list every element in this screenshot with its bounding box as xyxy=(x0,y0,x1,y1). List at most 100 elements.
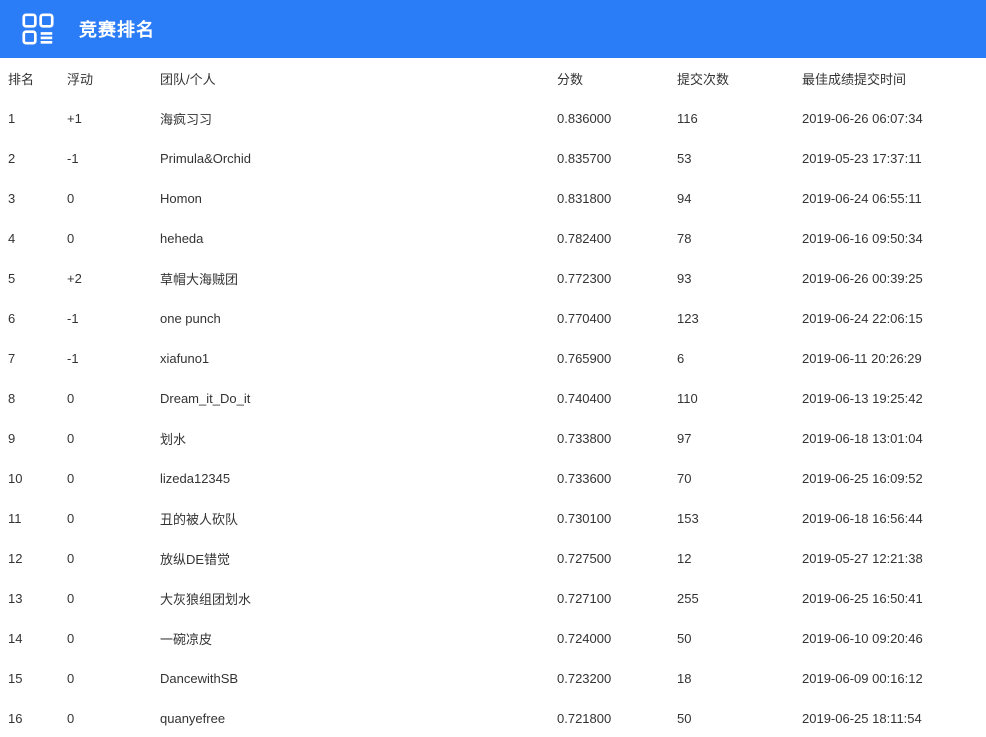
table-row: 16 0 quanyefree 0.721800 50 2019-06-25 1… xyxy=(0,698,986,737)
team-name-cell: 大灰狼组团划水 xyxy=(160,578,557,618)
submissions-cell: 255 xyxy=(677,578,802,618)
rank-cell: 10 xyxy=(0,458,67,498)
team-name-cell: Homon xyxy=(160,178,557,218)
best-time-cell: 2019-06-18 16:56:44 xyxy=(802,498,986,538)
score-cell: 0.835700 xyxy=(557,138,677,178)
submissions-cell: 70 xyxy=(677,458,802,498)
dashboard-icon xyxy=(22,12,54,46)
score-cell: 0.721800 xyxy=(557,698,677,737)
table-row: 5 +2 草帽大海贼团 0.772300 93 2019-06-26 00:39… xyxy=(0,258,986,298)
team-name-cell: quanyefree xyxy=(160,698,557,737)
score-cell: 0.723200 xyxy=(557,658,677,698)
table-row: 10 0 lizeda12345 0.733600 70 2019-06-25 … xyxy=(0,458,986,498)
team-name-cell: 草帽大海贼团 xyxy=(160,258,557,298)
table-row: 12 0 放纵DE错觉 0.727500 12 2019-05-27 12:21… xyxy=(0,538,986,578)
best-time-cell: 2019-05-23 17:37:11 xyxy=(802,138,986,178)
submissions-cell: 116 xyxy=(677,98,802,138)
best-time-cell: 2019-06-24 06:55:11 xyxy=(802,178,986,218)
score-cell: 0.765900 xyxy=(557,338,677,378)
table-row: 13 0 大灰狼组团划水 0.727100 255 2019-06-25 16:… xyxy=(0,578,986,618)
table-row: 3 0 Homon 0.831800 94 2019-06-24 06:55:1… xyxy=(0,178,986,218)
best-time-cell: 2019-06-24 22:06:15 xyxy=(802,298,986,338)
table-row: 8 0 Dream_it_Do_it 0.740400 110 2019-06-… xyxy=(0,378,986,418)
table-row: 11 0 丑的被人砍队 0.730100 153 2019-06-18 16:5… xyxy=(0,498,986,538)
table-row: 15 0 DancewithSB 0.723200 18 2019-06-09 … xyxy=(0,658,986,698)
submissions-cell: 12 xyxy=(677,538,802,578)
submissions-cell: 50 xyxy=(677,698,802,737)
table-row: 14 0 一碗凉皮 0.724000 50 2019-06-10 09:20:4… xyxy=(0,618,986,658)
submissions-cell: 97 xyxy=(677,418,802,458)
rank-cell: 9 xyxy=(0,418,67,458)
change-cell: +1 xyxy=(67,98,160,138)
rank-cell: 13 xyxy=(0,578,67,618)
best-time-cell: 2019-06-16 09:50:34 xyxy=(802,218,986,258)
table-row: 9 0 划水 0.733800 97 2019-06-18 13:01:04 xyxy=(0,418,986,458)
rank-cell: 14 xyxy=(0,618,67,658)
table-row: 4 0 heheda 0.782400 78 2019-06-16 09:50:… xyxy=(0,218,986,258)
change-cell: 0 xyxy=(67,178,160,218)
table-row: 1 +1 海疯习习 0.836000 116 2019-06-26 06:07:… xyxy=(0,98,986,138)
best-time-cell: 2019-06-10 09:20:46 xyxy=(802,618,986,658)
submissions-cell: 6 xyxy=(677,338,802,378)
change-cell: 0 xyxy=(67,218,160,258)
best-time-cell: 2019-06-18 13:01:04 xyxy=(802,418,986,458)
column-header-score: 分数 xyxy=(557,58,677,98)
submissions-cell: 93 xyxy=(677,258,802,298)
score-cell: 0.730100 xyxy=(557,498,677,538)
submissions-cell: 18 xyxy=(677,658,802,698)
rank-cell: 1 xyxy=(0,98,67,138)
score-cell: 0.770400 xyxy=(557,298,677,338)
team-name-cell: 丑的被人砍队 xyxy=(160,498,557,538)
team-name-cell: lizeda12345 xyxy=(160,458,557,498)
best-time-cell: 2019-06-11 20:26:29 xyxy=(802,338,986,378)
rank-cell: 16 xyxy=(0,698,67,737)
change-cell: 0 xyxy=(67,618,160,658)
change-cell: 0 xyxy=(67,458,160,498)
column-header-change: 浮动 xyxy=(67,58,160,98)
best-time-cell: 2019-06-09 00:16:12 xyxy=(802,658,986,698)
team-name-cell: 一碗凉皮 xyxy=(160,618,557,658)
team-name-cell: 划水 xyxy=(160,418,557,458)
submissions-cell: 110 xyxy=(677,378,802,418)
change-cell: 0 xyxy=(67,378,160,418)
best-time-cell: 2019-05-27 12:21:38 xyxy=(802,538,986,578)
table-row: 7 -1 xiafuno1 0.765900 6 2019-06-11 20:2… xyxy=(0,338,986,378)
column-header-submissions: 提交次数 xyxy=(677,58,802,98)
team-name-cell: one punch xyxy=(160,298,557,338)
rank-cell: 11 xyxy=(0,498,67,538)
score-cell: 0.772300 xyxy=(557,258,677,298)
score-cell: 0.733600 xyxy=(557,458,677,498)
rank-cell: 7 xyxy=(0,338,67,378)
change-cell: 0 xyxy=(67,578,160,618)
change-cell: -1 xyxy=(67,138,160,178)
rank-cell: 6 xyxy=(0,298,67,338)
score-cell: 0.727100 xyxy=(557,578,677,618)
best-time-cell: 2019-06-26 00:39:25 xyxy=(802,258,986,298)
rank-cell: 12 xyxy=(0,538,67,578)
best-time-cell: 2019-06-26 06:07:34 xyxy=(802,98,986,138)
column-header-team: 团队/个人 xyxy=(160,58,557,98)
team-name-cell: 放纵DE错觉 xyxy=(160,538,557,578)
team-name-cell: Dream_it_Do_it xyxy=(160,378,557,418)
team-name-cell: Primula&Orchid xyxy=(160,138,557,178)
best-time-cell: 2019-06-25 18:11:54 xyxy=(802,698,986,737)
best-time-cell: 2019-06-25 16:50:41 xyxy=(802,578,986,618)
team-name-cell: xiafuno1 xyxy=(160,338,557,378)
submissions-cell: 53 xyxy=(677,138,802,178)
page-title: 竞赛排名 xyxy=(79,16,155,42)
column-header-best-time: 最佳成绩提交时间 xyxy=(802,58,986,98)
submissions-cell: 153 xyxy=(677,498,802,538)
ranking-table: 排名 浮动 团队/个人 分数 提交次数 最佳成绩提交时间 1 +1 海疯习习 0… xyxy=(0,58,986,737)
team-name-cell: heheda xyxy=(160,218,557,258)
column-header-rank: 排名 xyxy=(0,58,67,98)
rank-cell: 2 xyxy=(0,138,67,178)
best-time-cell: 2019-06-13 19:25:42 xyxy=(802,378,986,418)
submissions-cell: 94 xyxy=(677,178,802,218)
competition-ranking-page: 竞赛排名 排名 浮动 团队/个人 分数 提交次数 最佳成绩提交时间 1 +1 海… xyxy=(0,0,986,737)
rank-cell: 4 xyxy=(0,218,67,258)
team-name-cell: 海疯习习 xyxy=(160,98,557,138)
table-header-row: 排名 浮动 团队/个人 分数 提交次数 最佳成绩提交时间 xyxy=(0,58,986,98)
table-row: 2 -1 Primula&Orchid 0.835700 53 2019-05-… xyxy=(0,138,986,178)
table-row: 6 -1 one punch 0.770400 123 2019-06-24 2… xyxy=(0,298,986,338)
change-cell: 0 xyxy=(67,658,160,698)
